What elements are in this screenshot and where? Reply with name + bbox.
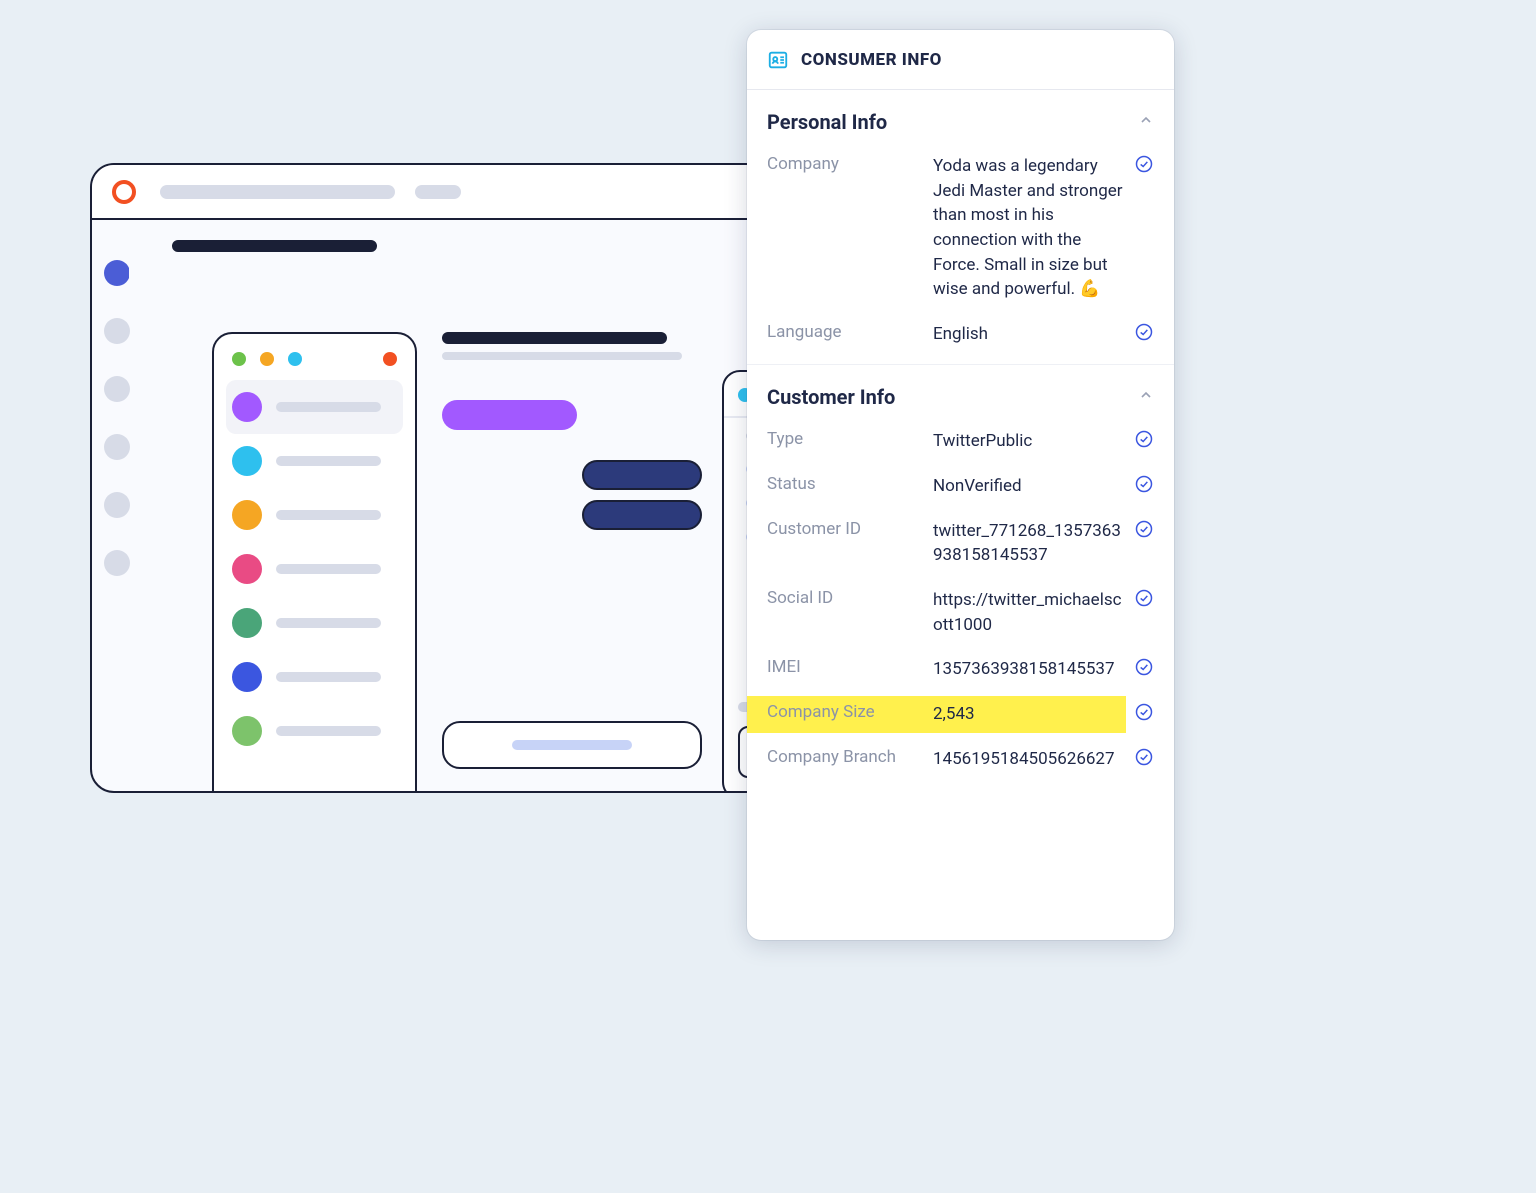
section-personal-info: Personal Info Company Yoda was a legenda… <box>747 90 1174 365</box>
channel-label-skeleton <box>276 672 381 682</box>
channel-label-skeleton <box>276 456 381 466</box>
side-rail-item[interactable] <box>104 376 130 402</box>
channel-item[interactable] <box>226 380 403 434</box>
field-value: 1456195184505626627 <box>933 747 1126 772</box>
field-language: Language English <box>767 312 1154 357</box>
section-title: Customer Info <box>767 385 895 409</box>
field-label: Social ID <box>767 588 925 608</box>
field-company-size: Company Size 2,543 <box>767 692 1154 737</box>
channel-item[interactable] <box>226 704 403 758</box>
header-pill-skeleton <box>415 185 461 199</box>
dot-icon <box>260 352 274 366</box>
section-customer-info: Customer Info Type TwitterPublic Status … <box>747 365 1174 801</box>
verified-check-icon <box>1134 154 1154 174</box>
channel-label-skeleton <box>276 726 381 736</box>
side-rail-item[interactable] <box>104 550 130 576</box>
verified-check-icon <box>1134 322 1154 342</box>
message-input-placeholder <box>512 740 632 750</box>
verified-check-icon <box>1134 657 1154 677</box>
chevron-up-icon <box>1138 112 1154 133</box>
field-label: Status <box>767 474 925 494</box>
channel-item[interactable] <box>226 434 403 488</box>
leaf-icon <box>232 608 262 638</box>
field-imei: IMEI 1357363938158145537 <box>767 647 1154 692</box>
message-bubble-incoming <box>442 400 577 430</box>
message-bubble-outgoing <box>582 460 702 490</box>
field-company-branch: Company Branch 1456195184505626627 <box>767 737 1154 782</box>
field-label: Company Branch <box>767 747 925 767</box>
field-status: Status NonVerified <box>767 464 1154 509</box>
dot-icon <box>383 352 397 366</box>
field-value: TwitterPublic <box>933 429 1126 454</box>
conversation-column <box>442 332 702 540</box>
panel-title: CONSUMER INFO <box>801 50 942 70</box>
logo-icon <box>112 180 136 204</box>
verified-check-icon <box>1134 429 1154 449</box>
dot-icon <box>232 352 246 366</box>
field-social-id: Social ID https://twitter_michaelscott10… <box>767 578 1154 647</box>
field-label: Customer ID <box>767 519 925 539</box>
channel-label-skeleton <box>276 618 381 628</box>
panel-header: CONSUMER INFO <box>747 30 1174 90</box>
channel-label-skeleton <box>276 564 381 574</box>
field-value: 2,543 <box>933 702 1126 727</box>
arrow-icon <box>232 446 262 476</box>
field-label: IMEI <box>767 657 925 677</box>
sail-icon <box>232 392 262 422</box>
piggy-icon <box>232 554 262 584</box>
traffic-dots <box>226 348 403 380</box>
channel-item[interactable] <box>226 542 403 596</box>
field-company: Company Yoda was a legendary Jedi Master… <box>767 144 1154 312</box>
channel-item[interactable] <box>226 488 403 542</box>
field-value: Yoda was a legendary Jedi Master and str… <box>933 154 1126 302</box>
channel-item[interactable] <box>226 596 403 650</box>
verified-check-icon <box>1134 474 1154 494</box>
side-rail-item[interactable] <box>104 492 130 518</box>
verified-check-icon <box>1134 588 1154 608</box>
field-label: Language <box>767 322 925 342</box>
consumer-info-icon <box>767 49 789 71</box>
section-title: Personal Info <box>767 110 887 134</box>
side-rail-item[interactable] <box>104 318 130 344</box>
field-value: https://twitter_michaelscott1000 <box>933 588 1126 637</box>
field-value: 1357363938158145537 <box>933 657 1126 682</box>
header-title-skeleton <box>160 185 395 199</box>
snake-icon <box>232 716 262 746</box>
verified-check-icon <box>1134 702 1154 722</box>
chevron-up-icon <box>1138 387 1154 408</box>
convo-subtitle-skeleton <box>442 352 682 360</box>
section-toggle-customer[interactable]: Customer Info <box>767 379 1154 419</box>
side-rail <box>92 220 142 791</box>
convo-title-skeleton <box>442 332 667 344</box>
dot-icon <box>288 352 302 366</box>
globe-icon <box>232 662 262 692</box>
field-label: Type <box>767 429 925 449</box>
channel-list-card <box>212 332 417 793</box>
field-label: Company <box>767 154 925 174</box>
message-bubble-outgoing <box>582 500 702 530</box>
breadcrumb-skeleton <box>172 240 377 252</box>
field-type: Type TwitterPublic <box>767 419 1154 464</box>
verified-check-icon <box>1134 519 1154 539</box>
field-label: Company Size <box>767 702 925 722</box>
side-rail-item-active[interactable] <box>104 260 130 286</box>
channel-label-skeleton <box>276 510 381 520</box>
field-value: twitter_771268_1357363938158145537 <box>933 519 1126 568</box>
message-input[interactable] <box>442 721 702 769</box>
channel-item[interactable] <box>226 650 403 704</box>
field-value: English <box>933 322 1126 347</box>
music-icon <box>232 500 262 530</box>
field-customer-id: Customer ID twitter_771268_1357363938158… <box>767 509 1154 578</box>
field-value: NonVerified <box>933 474 1126 499</box>
channel-list <box>226 380 403 758</box>
consumer-info-panel: CONSUMER INFO Personal Info Company Yoda… <box>747 30 1174 940</box>
verified-check-icon <box>1134 747 1154 767</box>
channel-label-skeleton <box>276 402 381 412</box>
section-toggle-personal[interactable]: Personal Info <box>767 104 1154 144</box>
side-rail-item[interactable] <box>104 434 130 460</box>
